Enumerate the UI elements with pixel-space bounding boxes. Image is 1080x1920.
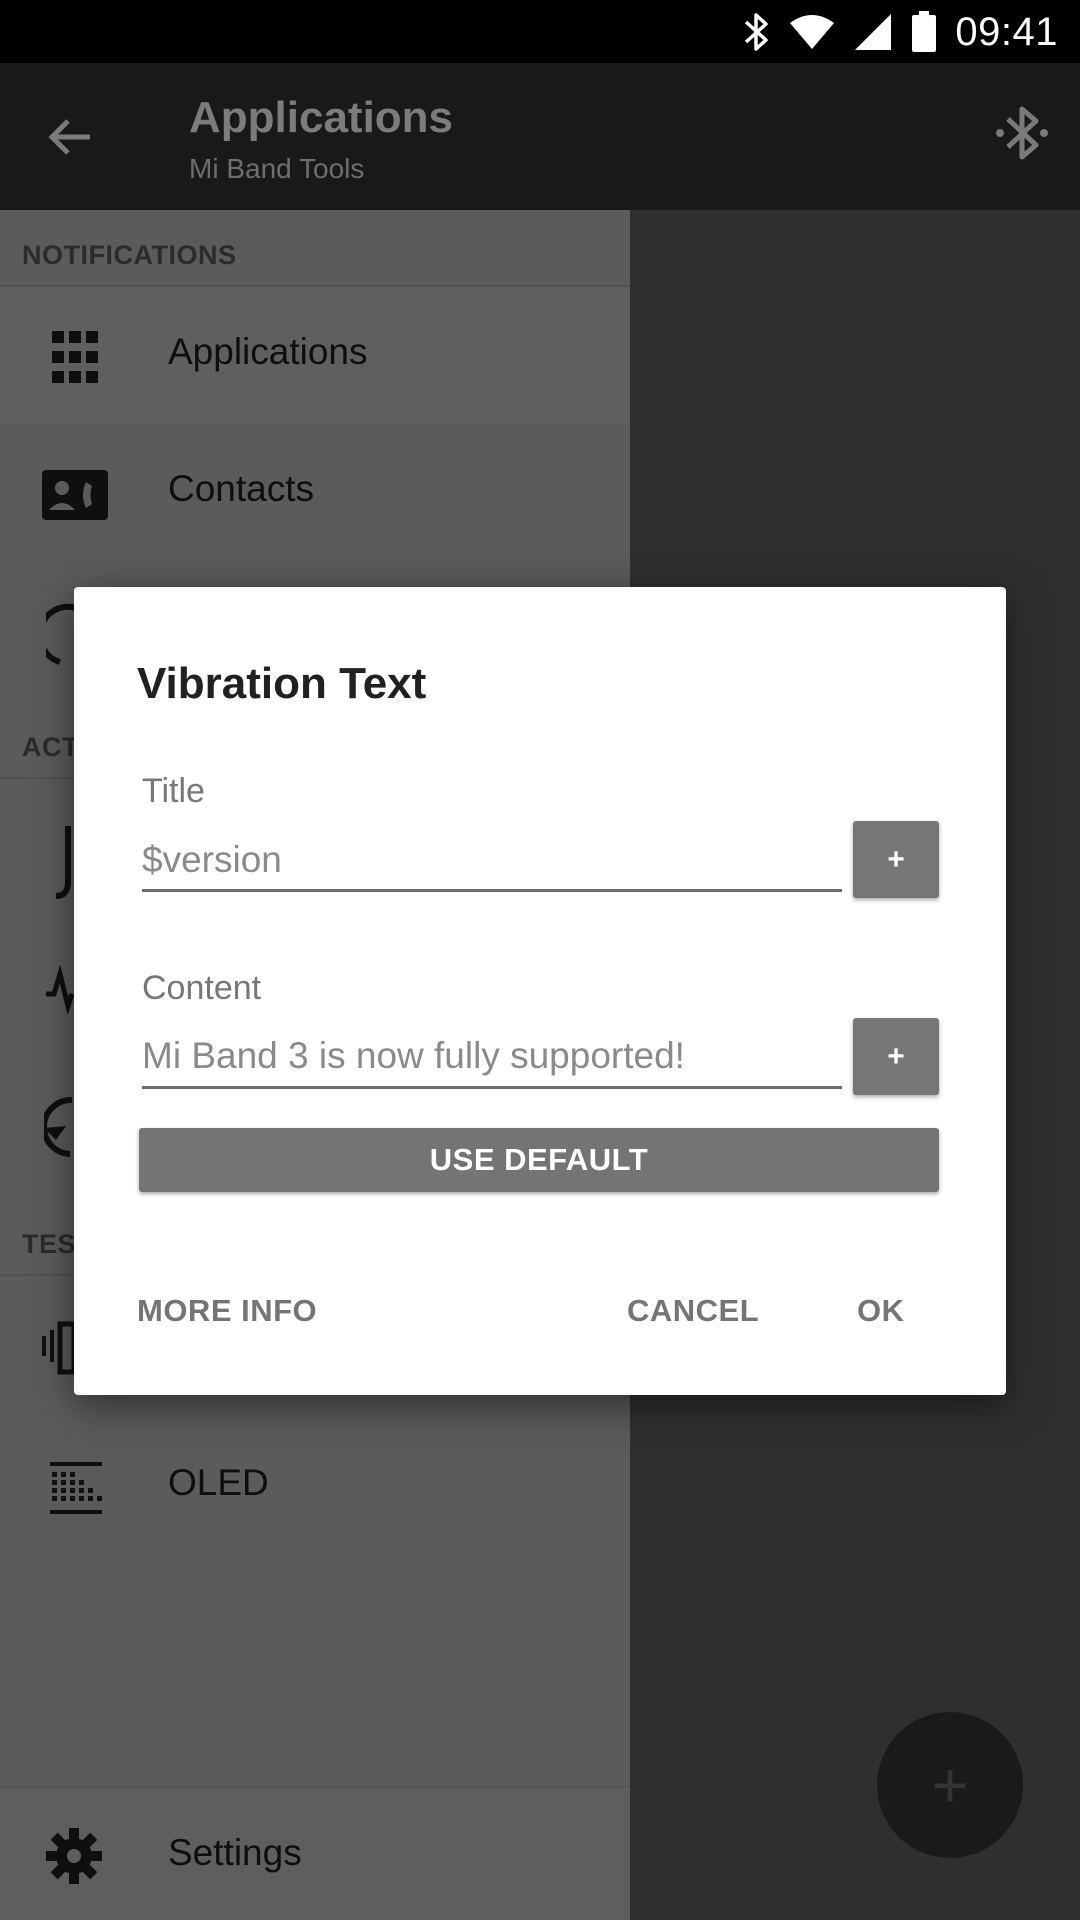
dot-matrix-icon bbox=[50, 1462, 102, 1514]
section-header-tests: TES bbox=[22, 1229, 77, 1259]
drawer-item-label: Applications bbox=[168, 331, 368, 372]
app-bar: Applications Mi Band Tools bbox=[0, 63, 1080, 210]
section-header-actions: ACT bbox=[22, 732, 79, 762]
title-input-underline bbox=[142, 889, 842, 892]
vibration-text-dialog: Vibration Text Title $version + Content … bbox=[74, 587, 1006, 1395]
vibration-icon bbox=[42, 1321, 76, 1375]
contact-phone-icon bbox=[42, 470, 108, 520]
dialog-title: Vibration Text bbox=[137, 659, 427, 708]
title-insert-variable-button[interactable]: + bbox=[853, 821, 939, 898]
drawer-item-applications[interactable]: Applications bbox=[0, 287, 630, 424]
drawer-item-settings[interactable]: Settings bbox=[0, 1786, 630, 1920]
bluetooth-icon bbox=[745, 13, 769, 51]
gear-icon bbox=[46, 1828, 102, 1884]
battery-icon bbox=[912, 11, 937, 52]
add-fab-button[interactable]: + bbox=[877, 1712, 1023, 1858]
bluetooth-searching-icon[interactable] bbox=[986, 97, 1058, 169]
content-input[interactable]: Mi Band 3 is now fully supported! bbox=[142, 1035, 685, 1077]
status-bar: 09:41 bbox=[0, 0, 1080, 63]
content-insert-variable-button[interactable]: + bbox=[853, 1018, 939, 1095]
apps-grid-icon bbox=[52, 331, 98, 383]
content-field-label: Content bbox=[142, 969, 262, 1007]
drawer-item-label: OLED bbox=[168, 1462, 269, 1503]
drawer-item-contacts[interactable]: Contacts bbox=[0, 424, 630, 561]
wifi-icon bbox=[790, 15, 835, 49]
cancel-button[interactable]: CANCEL bbox=[627, 1293, 759, 1329]
plus-icon: + bbox=[931, 1749, 969, 1821]
heart-rate-icon bbox=[46, 964, 74, 1014]
use-default-button[interactable]: USE DEFAULT bbox=[139, 1128, 939, 1192]
content-input-underline bbox=[142, 1086, 842, 1089]
drawer-item-label: Settings bbox=[168, 1832, 302, 1873]
section-header-notifications: NOTIFICATIONS bbox=[22, 240, 237, 270]
page-subtitle: Mi Band Tools bbox=[189, 153, 365, 184]
status-time: 09:41 bbox=[955, 9, 1058, 54]
page-title: Applications bbox=[189, 93, 454, 142]
ok-button[interactable]: OK bbox=[857, 1293, 905, 1329]
back-arrow-icon[interactable] bbox=[44, 111, 96, 163]
sync-icon bbox=[44, 1096, 73, 1157]
more-info-button[interactable]: MORE INFO bbox=[137, 1293, 317, 1329]
drawer-item-oled[interactable]: OLED bbox=[0, 1418, 630, 1555]
drawer-item-label: Contacts bbox=[168, 468, 315, 509]
signal-icon bbox=[855, 14, 892, 50]
title-input[interactable]: $version bbox=[142, 839, 282, 881]
title-field-label: Title bbox=[142, 772, 205, 810]
